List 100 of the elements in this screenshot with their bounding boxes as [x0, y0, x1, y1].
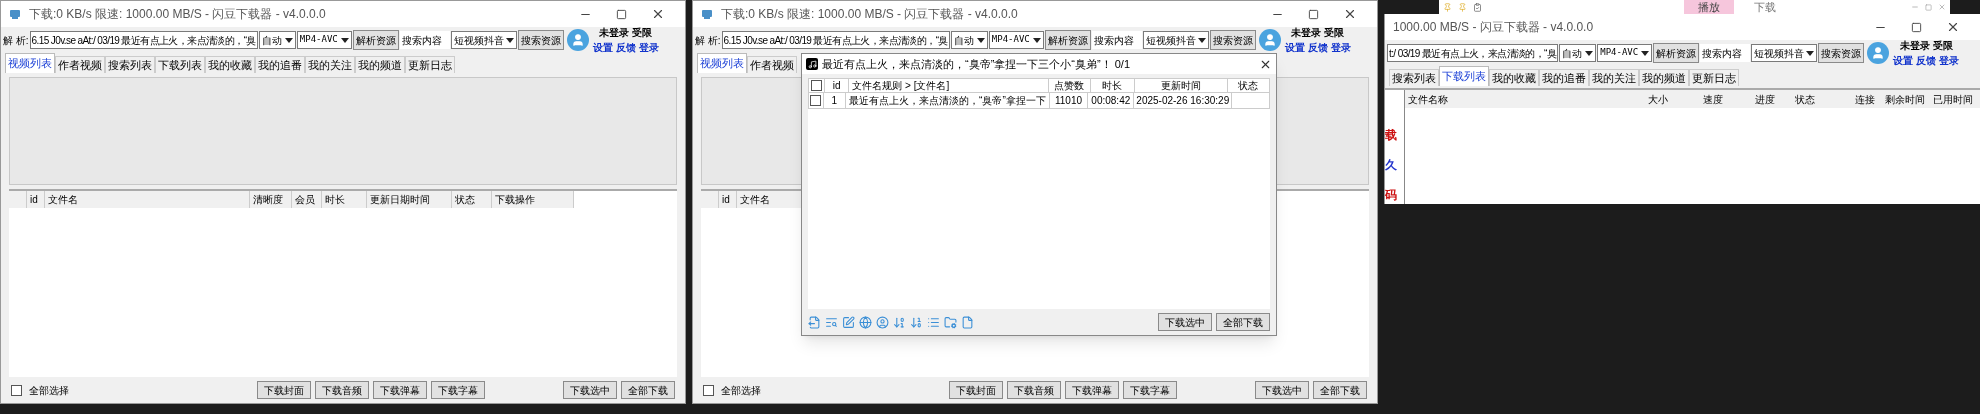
link-input-field[interactable]: 6.15 J0v.se aAt:/ 03/19 最近有点上火，来点清淡的，“臭 — [721, 31, 950, 49]
column-header[interactable]: 更新日期时间 — [367, 191, 452, 208]
document-arrow-icon[interactable] — [808, 315, 821, 329]
tab[interactable]: 我的追番 — [255, 56, 305, 73]
column-header[interactable]: 文件名称 — [1405, 90, 1645, 108]
column-header[interactable]: 剩余时间 — [1882, 90, 1930, 108]
search-field[interactable]: 搜索内容 — [1091, 31, 1142, 49]
link-input-field[interactable]: 6.15 J0v.se aAt:/ 03/19 最近有点上火，来点清淡的，“臭 — [29, 31, 258, 49]
link-input-field[interactable]: t:/ 03/19 最近有点上火，来点清淡的，“臭 — [1387, 44, 1559, 62]
column-header[interactable]: id — [719, 191, 737, 208]
column-header[interactable]: id — [27, 191, 45, 208]
sort-descending-icon[interactable] — [910, 315, 923, 329]
sidebar-text[interactable]: 载 — [1385, 126, 1397, 144]
folder-gear-icon[interactable] — [944, 315, 957, 329]
download-button[interactable]: 下载选中 — [1158, 313, 1212, 331]
quality-dropdown[interactable]: 自动 — [258, 31, 296, 49]
format-dropdown[interactable]: MP4-AVC — [988, 31, 1044, 49]
download-button[interactable]: 下载弹幕 — [1065, 381, 1119, 399]
tab[interactable]: 我的收藏 — [1489, 69, 1539, 86]
tab[interactable]: 更新日志 — [405, 56, 455, 73]
ribbon-tab[interactable]: 播放 — [1684, 0, 1734, 14]
checkbox[interactable] — [703, 384, 714, 396]
column-header[interactable]: 清晰度 — [250, 191, 292, 208]
search-button[interactable]: 搜索资源 — [517, 30, 564, 50]
column-header[interactable]: 文件名规则 > [文件名] — [849, 78, 1049, 93]
checkbox[interactable] — [810, 95, 822, 106]
close-icon[interactable] — [651, 7, 665, 21]
column-header[interactable]: 点赞数 — [1048, 78, 1091, 93]
tab[interactable]: 更新日志 — [1689, 69, 1739, 86]
search-field[interactable]: 搜索内容 — [399, 31, 450, 49]
tab[interactable]: 作者视频 — [747, 56, 797, 73]
column-header[interactable]: 大小 — [1645, 90, 1700, 108]
platform-dropdown[interactable]: 短视频抖音 — [1142, 31, 1209, 49]
column-header[interactable]: 文件名 — [45, 191, 250, 208]
download-button[interactable]: 下载弹幕 — [373, 381, 427, 399]
list-search-icon[interactable] — [825, 315, 838, 329]
close-icon[interactable] — [1343, 7, 1357, 21]
tab[interactable]: 视频列表 — [5, 53, 55, 73]
tab[interactable]: 下载列表 — [155, 56, 205, 73]
tab[interactable]: 视频列表 — [697, 53, 747, 73]
user-circle-icon[interactable] — [876, 315, 889, 329]
tab[interactable]: 我的关注 — [305, 56, 355, 73]
column-header[interactable]: 连接 — [1852, 90, 1882, 108]
tab[interactable]: 搜索列表 — [1389, 69, 1439, 86]
list-icon[interactable] — [927, 315, 940, 329]
search-button[interactable]: 搜索资源 — [1818, 43, 1865, 63]
clipboard-icon[interactable] — [1473, 2, 1482, 12]
download-button[interactable]: 下载音频 — [315, 381, 369, 399]
maximize-icon[interactable] — [616, 8, 627, 20]
column-header[interactable]: 已用时间 — [1930, 90, 1980, 108]
link[interactable]: 反馈 — [615, 40, 636, 55]
quality-dropdown[interactable]: 自动 — [950, 31, 988, 49]
checkbox[interactable] — [11, 384, 22, 396]
parse-button[interactable]: 解析资源 — [1044, 30, 1091, 50]
download-button[interactable]: 全部下载 — [1216, 313, 1270, 331]
column-header[interactable]: id — [825, 78, 850, 93]
tab[interactable]: 搜索列表 — [105, 56, 155, 73]
column-header[interactable]: 会员 — [292, 191, 322, 208]
download-button[interactable]: 下载封面 — [257, 381, 311, 399]
ribbon-tab[interactable]: 下载 — [1740, 0, 1790, 14]
column-header[interactable]: 下载操作 — [492, 191, 574, 208]
download-button[interactable]: 下载音频 — [1007, 381, 1061, 399]
edit-icon[interactable] — [842, 315, 855, 329]
tab[interactable]: 我的收藏 — [205, 56, 255, 73]
close-icon[interactable] — [1946, 20, 1960, 34]
link[interactable]: 反馈 — [1916, 53, 1937, 68]
format-dropdown[interactable]: MP4-AVC — [296, 31, 352, 49]
tab[interactable]: 作者视频 — [55, 56, 105, 73]
maximize-icon[interactable] — [1911, 21, 1922, 33]
column-header[interactable]: 时长 — [1090, 78, 1135, 93]
search-field[interactable]: 搜索内容 — [1700, 44, 1751, 62]
column-header[interactable]: 状态 — [1227, 78, 1270, 93]
column-header[interactable]: 时长 — [322, 191, 367, 208]
tab[interactable]: 我的关注 — [1589, 69, 1639, 86]
download-button[interactable]: 下载选中 — [563, 381, 617, 399]
globe-icon[interactable] — [859, 315, 872, 329]
tab[interactable]: 我的追番 — [1539, 69, 1589, 86]
link[interactable]: 登录 — [1939, 53, 1960, 68]
download-button[interactable]: 下载封面 — [949, 381, 1003, 399]
link[interactable]: 设置 — [592, 40, 613, 55]
sidebar-text[interactable]: 久 — [1385, 156, 1397, 174]
parse-button[interactable]: 解析资源 — [1653, 43, 1700, 63]
download-button[interactable]: 全部下载 — [621, 381, 675, 399]
download-button[interactable]: 下载字幕 — [431, 381, 485, 399]
link[interactable]: 登录 — [1330, 40, 1351, 55]
link[interactable]: 反馈 — [1307, 40, 1328, 55]
column-header[interactable]: 状态 — [452, 191, 492, 208]
tab[interactable]: 我的频道 — [1639, 69, 1689, 86]
quality-dropdown[interactable]: 自动 — [1559, 44, 1597, 62]
maximize-icon[interactable] — [1308, 8, 1319, 20]
platform-dropdown[interactable]: 短视频抖音 — [450, 31, 517, 49]
sidebar-text[interactable]: 码 — [1385, 186, 1397, 204]
search-button[interactable]: 搜索资源 — [1209, 30, 1256, 50]
tab[interactable]: 我的频道 — [355, 56, 405, 73]
platform-dropdown[interactable]: 短视频抖音 — [1751, 44, 1818, 62]
download-button[interactable]: 下载选中 — [1255, 381, 1309, 399]
parse-button[interactable]: 解析资源 — [352, 30, 399, 50]
checkbox[interactable] — [811, 80, 823, 91]
column-header[interactable]: 速度 — [1700, 90, 1752, 108]
link[interactable]: 设置 — [1893, 53, 1914, 68]
